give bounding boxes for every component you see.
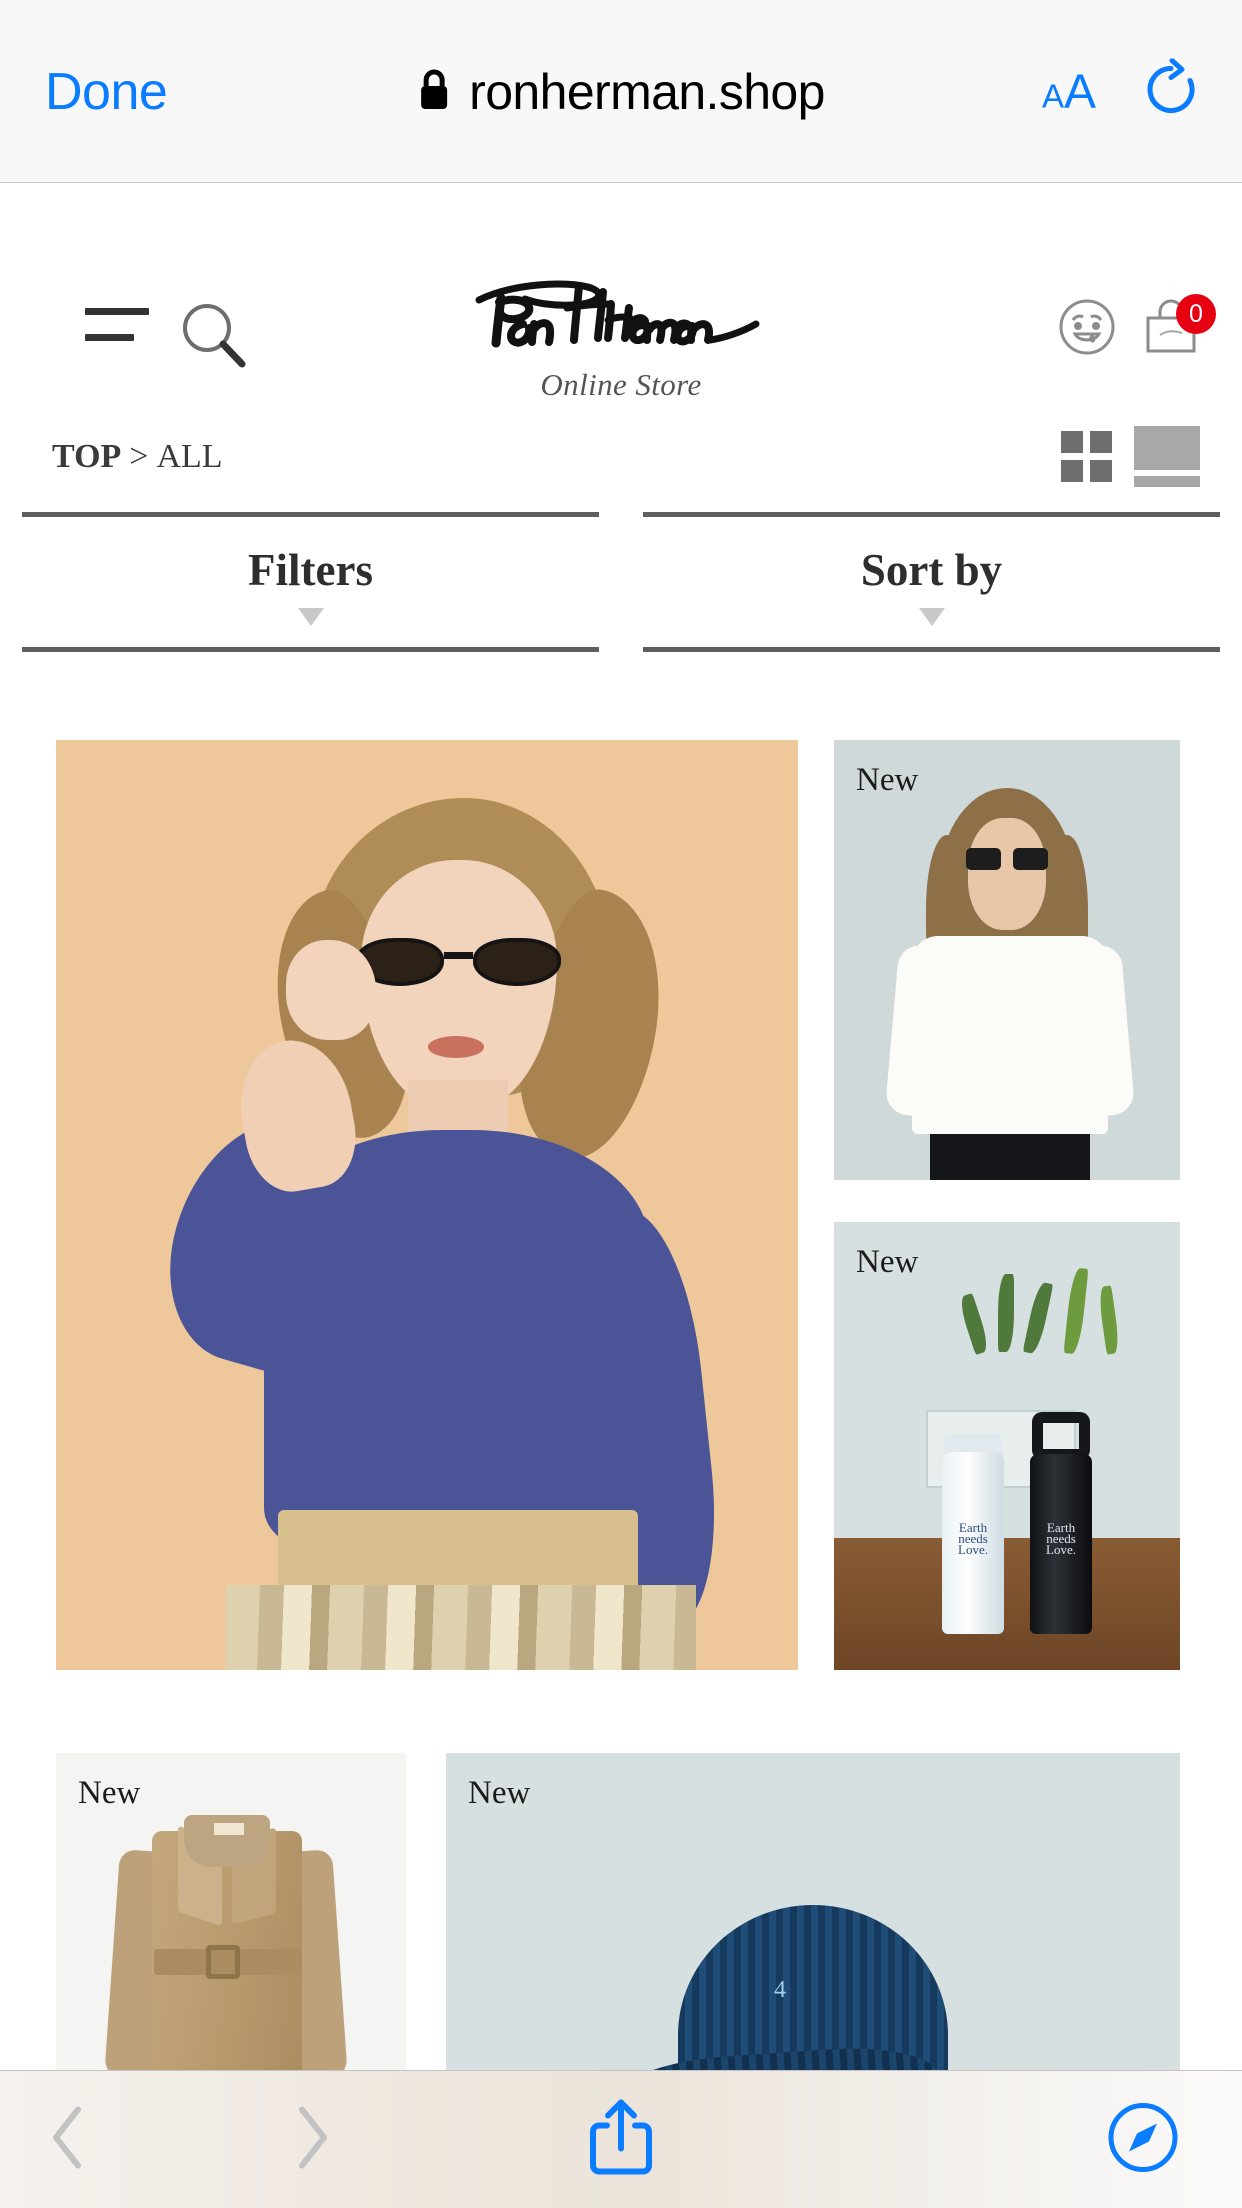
sunglasses-icon	[356, 938, 561, 986]
bottle-label-white: Earth needs Love.	[958, 1520, 988, 1557]
grid-cell	[1061, 460, 1083, 482]
hamburger-menu-icon[interactable]	[85, 308, 149, 341]
cart-count-badge: 0	[1176, 294, 1216, 334]
text-size-button[interactable]: AA	[1042, 65, 1096, 120]
product-image	[56, 740, 798, 1670]
white-long-sleeve-tee	[912, 936, 1108, 1134]
forward-button[interactable]	[288, 2101, 334, 2178]
lens-right	[1013, 848, 1048, 870]
safari-tabs-button[interactable]	[1106, 2100, 1180, 2179]
product-grid: New Earth needs Love. Earth needs Love. New	[0, 700, 1242, 2173]
list-view-icon[interactable]	[1134, 426, 1200, 487]
breadcrumb-separator: >	[129, 438, 149, 475]
plant-leaf	[998, 1274, 1014, 1352]
filters-label: Filters	[248, 545, 373, 595]
product-tile[interactable]	[56, 740, 798, 1670]
lock-icon	[417, 68, 451, 117]
grid-view-icon[interactable]	[1061, 431, 1112, 482]
chevron-right-icon	[288, 2106, 334, 2177]
model-hand	[286, 940, 376, 1040]
new-badge: New	[856, 762, 919, 798]
reload-icon	[1142, 58, 1200, 125]
ron-herman-wordmark	[475, 280, 760, 348]
done-button[interactable]: Done	[45, 62, 168, 122]
cap-embroidery: 4	[774, 1977, 786, 2003]
chevron-down-icon	[297, 608, 324, 626]
grid-cell	[1061, 431, 1083, 453]
smiley-face-icon[interactable]	[1058, 298, 1116, 361]
filters-button[interactable]: Filters	[22, 512, 599, 652]
breadcrumb-row: TOP > ALL	[0, 426, 1242, 498]
browser-bottom-bar	[0, 2070, 1242, 2208]
chevron-down-icon	[918, 608, 945, 626]
share-button[interactable]	[583, 2094, 659, 2185]
grid-cell	[1090, 460, 1112, 482]
product-image	[834, 740, 1180, 1180]
model-lips	[428, 1036, 484, 1058]
back-button[interactable]	[46, 2101, 92, 2178]
model-plaid-skirt	[226, 1585, 696, 1670]
bottle-handle	[1032, 1412, 1090, 1460]
browser-top-bar: Done ronherman.shop AA	[0, 0, 1242, 183]
coat-belt-buckle	[206, 1945, 240, 1979]
product-tile[interactable]: New	[834, 740, 1180, 1180]
coat-brand-tag	[214, 1823, 244, 1835]
address-bar[interactable]: ronherman.shop	[417, 63, 825, 121]
new-badge: New	[78, 1775, 141, 1811]
plant-leaf	[957, 1292, 991, 1356]
browser-top-bar-row: Done ronherman.shop AA	[0, 52, 1242, 132]
plant-leaf	[1022, 1281, 1054, 1355]
breadcrumb-current: ALL	[156, 438, 223, 475]
sort-by-label: Sort by	[860, 545, 1003, 595]
filter-sort-bar: Filters Sort by	[0, 512, 1242, 652]
site-logo-subtitle: Online Store	[540, 367, 702, 402]
share-icon	[583, 2099, 659, 2184]
list-block-large	[1134, 426, 1200, 470]
chevron-left-icon	[46, 2106, 92, 2177]
list-block-small	[1134, 476, 1200, 487]
hamburger-bar-top	[85, 308, 149, 315]
lens-bridge	[444, 952, 473, 959]
header-icon-group: 0	[1058, 294, 1216, 361]
sunglasses-icon	[966, 848, 1048, 870]
wooden-table	[834, 1538, 1180, 1670]
bottle-label-black: Earth needs Love.	[1046, 1520, 1076, 1557]
safari-compass-icon	[1106, 2102, 1180, 2178]
text-size-small-a: A	[1041, 77, 1064, 115]
product-image: Earth needs Love. Earth needs Love.	[834, 1222, 1180, 1670]
plant-leaf	[1097, 1285, 1121, 1355]
lens-right	[473, 938, 561, 986]
new-badge: New	[856, 1244, 919, 1280]
url-text: ronherman.shop	[469, 64, 825, 120]
grid-cell	[1090, 431, 1112, 453]
product-tile[interactable]: Earth needs Love. Earth needs Love. New	[834, 1222, 1180, 1670]
lens-left	[966, 848, 1001, 870]
cart-button[interactable]: 0	[1140, 294, 1216, 361]
search-icon[interactable]	[178, 300, 248, 375]
model-face	[968, 818, 1046, 930]
view-toggle-group	[1061, 426, 1200, 487]
sort-by-button[interactable]: Sort by	[643, 512, 1220, 652]
new-badge: New	[468, 1775, 531, 1811]
text-size-large-a: A	[1063, 65, 1096, 119]
plant-leaf	[1063, 1267, 1089, 1355]
breadcrumb-top[interactable]: TOP	[52, 438, 121, 475]
site-logo[interactable]: Online Store	[411, 278, 831, 403]
reload-button[interactable]	[1142, 58, 1200, 126]
hamburger-bar-bottom	[85, 334, 134, 341]
breadcrumb: TOP > ALL	[52, 438, 223, 476]
